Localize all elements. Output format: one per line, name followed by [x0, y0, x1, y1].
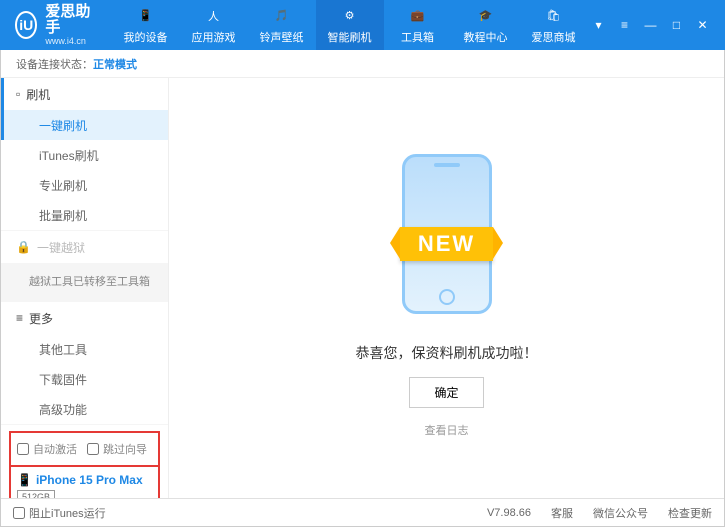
- toolbox-icon: 💼: [408, 6, 428, 26]
- list-icon: ≡: [16, 311, 23, 325]
- nav-store[interactable]: 🛍爱思商城: [520, 0, 588, 50]
- version-label: V7.98.66: [487, 507, 531, 519]
- logo-icon: iU: [15, 11, 37, 39]
- ringtone-icon: 🎵: [272, 6, 292, 26]
- phone-icon: 📱: [17, 473, 32, 487]
- footer-update[interactable]: 检查更新: [668, 505, 712, 521]
- success-message: 恭喜您，保资料刷机成功啦！: [356, 343, 538, 363]
- maximize-icon[interactable]: □: [666, 15, 688, 35]
- settings-icon[interactable]: ≡: [614, 15, 636, 35]
- nav-ringtones[interactable]: 🎵铃声壁纸: [248, 0, 316, 50]
- sidebar: ▫刷机 一键刷机 iTunes刷机 专业刷机 批量刷机 🔒一键越狱 越狱工具已转…: [1, 78, 169, 498]
- device-name[interactable]: 📱iPhone 15 Pro Max: [17, 473, 152, 487]
- sidebar-item-batch[interactable]: 批量刷机: [1, 200, 168, 230]
- brand-url: www.i4.cn: [45, 37, 91, 47]
- checkbox-skip-guide[interactable]: 跳过向导: [87, 441, 147, 457]
- nav-flash[interactable]: ⚙智能刷机: [316, 0, 384, 50]
- sidebar-jailbreak-note: 越狱工具已转移至工具箱: [1, 263, 168, 301]
- main-content: NEW 恭喜您，保资料刷机成功啦！ 确定 查看日志: [169, 78, 724, 498]
- options-box: 自动激活 跳过向导: [9, 431, 160, 467]
- device-info: 📱iPhone 15 Pro Max 512GB iPhone: [9, 467, 160, 498]
- sidebar-item-advanced[interactable]: 高级功能: [1, 394, 168, 424]
- phone-icon: 📱: [136, 6, 156, 26]
- device-storage: 512GB: [17, 490, 55, 498]
- phone-icon: ▫: [16, 87, 20, 101]
- close-icon[interactable]: ✕: [692, 15, 714, 35]
- nav-my-device[interactable]: 📱我的设备: [112, 0, 180, 50]
- sidebar-header-jailbreak: 🔒一键越狱: [1, 231, 168, 263]
- main-nav: 📱我的设备 人应用游戏 🎵铃声壁纸 ⚙智能刷机 💼工具箱 🎓教程中心 🛍爱思商城: [112, 0, 588, 50]
- apps-icon: 人: [204, 6, 224, 26]
- success-illustration: NEW: [372, 139, 522, 329]
- connection-status: 设备连接状态：正常模式: [1, 50, 724, 78]
- brand-logo: iU 爱思助手 www.i4.cn: [15, 4, 92, 47]
- sidebar-item-itunes[interactable]: iTunes刷机: [1, 140, 168, 170]
- store-icon: 🛍: [544, 6, 564, 26]
- nav-toolbox[interactable]: 💼工具箱: [384, 0, 452, 50]
- window-controls: ▾ ≡ — □ ✕: [588, 15, 714, 35]
- footer-support[interactable]: 客服: [551, 505, 573, 521]
- footer-wechat[interactable]: 微信公众号: [593, 505, 648, 521]
- ok-button[interactable]: 确定: [409, 377, 483, 408]
- tutorial-icon: 🎓: [476, 6, 496, 26]
- brand-name: 爱思助手: [45, 4, 91, 37]
- minimize-icon[interactable]: —: [640, 15, 662, 35]
- menu-icon[interactable]: ▾: [588, 15, 610, 35]
- lock-icon: 🔒: [16, 240, 31, 254]
- flash-icon: ⚙: [340, 6, 360, 26]
- sidebar-item-pro[interactable]: 专业刷机: [1, 170, 168, 200]
- sidebar-item-download[interactable]: 下载固件: [1, 364, 168, 394]
- nav-apps[interactable]: 人应用游戏: [180, 0, 248, 50]
- sidebar-item-oneclick[interactable]: 一键刷机: [1, 110, 168, 140]
- new-ribbon: NEW: [400, 227, 493, 261]
- titlebar: iU 爱思助手 www.i4.cn 📱我的设备 人应用游戏 🎵铃声壁纸 ⚙智能刷…: [0, 0, 725, 50]
- sidebar-header-more[interactable]: ≡更多: [1, 302, 168, 334]
- sidebar-header-flash[interactable]: ▫刷机: [1, 78, 168, 110]
- sidebar-item-other[interactable]: 其他工具: [1, 334, 168, 364]
- view-log-link[interactable]: 查看日志: [425, 422, 469, 438]
- nav-tutorials[interactable]: 🎓教程中心: [452, 0, 520, 50]
- checkbox-auto-activate[interactable]: 自动激活: [17, 441, 77, 457]
- footer: 阻止iTunes运行 V7.98.66 客服 微信公众号 检查更新: [1, 498, 724, 526]
- checkbox-block-itunes[interactable]: 阻止iTunes运行: [13, 505, 106, 521]
